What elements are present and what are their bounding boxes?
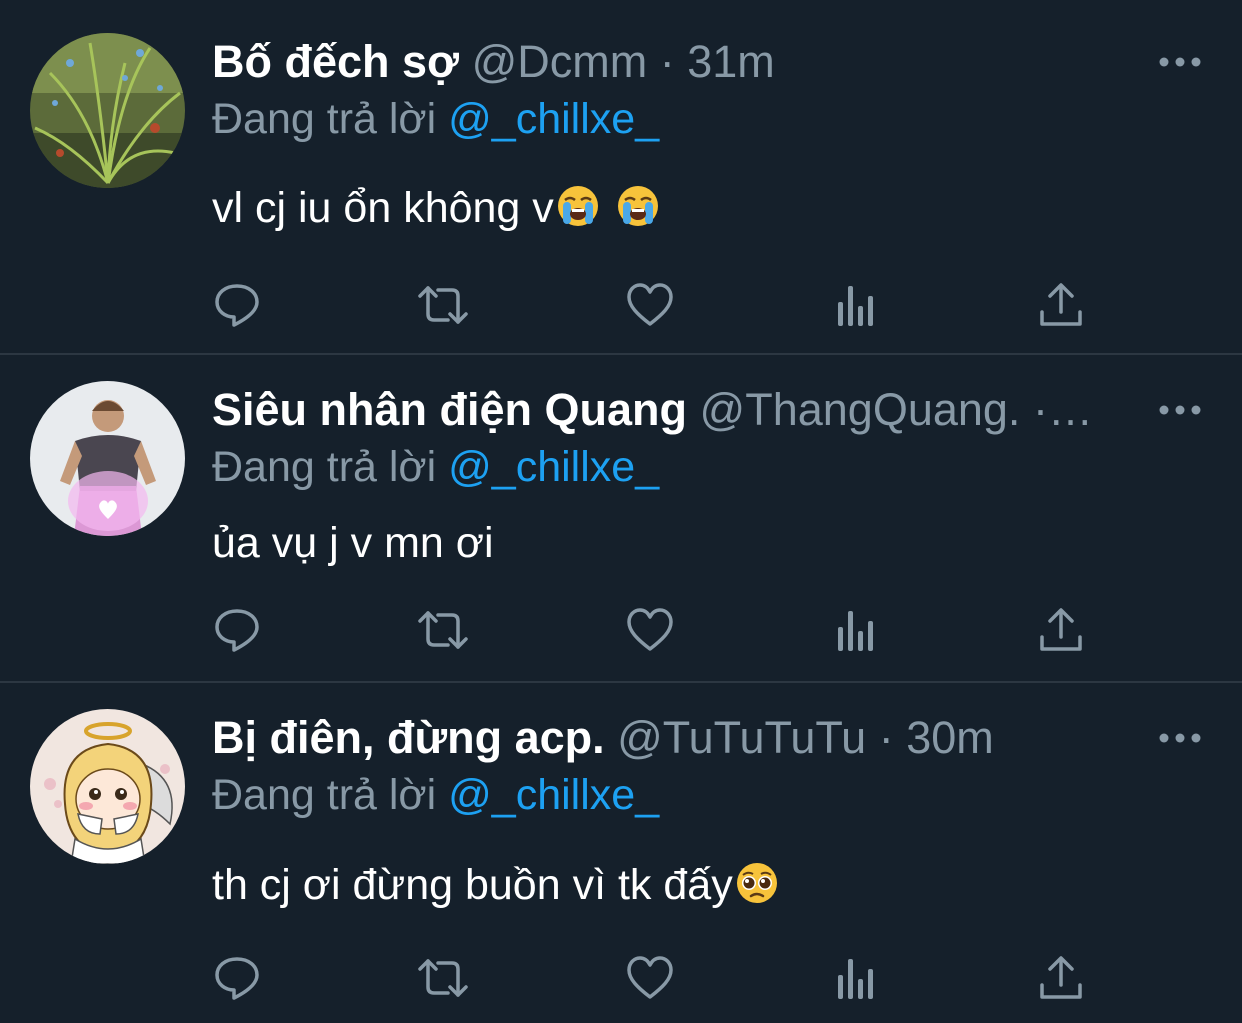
avatar-image: [30, 381, 185, 536]
share-icon: [1040, 608, 1082, 651]
replying-to-user-link[interactable]: @_chillxe_: [448, 443, 659, 491]
tweet-header: Siêu nhân điện Quang @ThangQuang. ·…: [212, 383, 1132, 437]
replying-to-user-link[interactable]: @_chillxe_: [448, 95, 659, 143]
analytics-icon: [838, 286, 873, 326]
like-button[interactable]: [625, 953, 675, 1003]
analytics-button[interactable]: [831, 280, 881, 330]
share-button[interactable]: [1036, 953, 1086, 1003]
reply-icon: [215, 957, 259, 1000]
retweet-icon: [418, 959, 468, 997]
share-icon: [1040, 283, 1082, 326]
avatar[interactable]: [30, 381, 185, 536]
replying-to: Đang trả lời @_chillxe_: [212, 440, 659, 494]
loudly-crying-face-icon: [617, 186, 658, 226]
retweet-button[interactable]: [418, 953, 468, 1003]
tweet-text: ủa vụ j v mn ơi: [212, 515, 494, 571]
display-name[interactable]: Bị điên, đừng acp.: [212, 712, 605, 763]
user-handle[interactable]: @TuTuTuTu: [617, 712, 866, 763]
reply-button[interactable]: [212, 605, 262, 655]
separator-dot: ·…: [1032, 384, 1093, 435]
avatar-image: [30, 33, 185, 188]
share-icon: [1040, 956, 1082, 999]
separator-dot: ·: [659, 36, 675, 87]
replying-to-user-link[interactable]: @_chillxe_: [448, 771, 659, 819]
replying-to-label: Đang trả lời: [212, 443, 437, 491]
user-handle[interactable]: @Dcmm: [472, 36, 648, 87]
retweet-button[interactable]: [418, 605, 468, 655]
analytics-button[interactable]: [831, 605, 881, 655]
avatar[interactable]: [30, 33, 185, 188]
replying-to-label: Đang trả lời: [212, 95, 437, 143]
retweet-button[interactable]: [418, 280, 468, 330]
like-button[interactable]: [625, 280, 675, 330]
separator-dot: ·: [878, 712, 894, 763]
retweet-icon: [418, 286, 468, 324]
display-name[interactable]: Bố đếch sợ: [212, 36, 459, 87]
analytics-button[interactable]: [831, 953, 881, 1003]
tweet-actions: [0, 605, 1242, 661]
like-icon: [627, 608, 673, 651]
tweet-actions: [0, 953, 1242, 1009]
tweet[interactable]: Bị điên, đừng acp. @TuTuTuTu · 30m Đang …: [0, 683, 1242, 1023]
reply-icon: [215, 609, 259, 652]
like-icon: [627, 956, 673, 999]
reply-icon: [215, 284, 259, 327]
reply-button[interactable]: [212, 280, 262, 330]
tweet-text-content: th cj ơi đừng buồn vì tk đấy: [212, 861, 733, 909]
reply-feed: Bố đếch sợ @Dcmm · 31m Đang trả lời @_ch…: [0, 0, 1242, 1023]
display-name[interactable]: Siêu nhân điện Quang: [212, 384, 687, 435]
replying-to: Đang trả lời @_chillxe_: [212, 768, 659, 822]
like-icon: [627, 283, 673, 326]
tweet-text-content: vl cj iu ổn không v: [212, 184, 554, 232]
tweet[interactable]: Bố đếch sợ @Dcmm · 31m Đang trả lời @_ch…: [0, 0, 1242, 354]
replying-to: Đang trả lời @_chillxe_: [212, 92, 659, 146]
share-button[interactable]: [1036, 605, 1086, 655]
tweet[interactable]: Siêu nhân điện Quang @ThangQuang. ·… Đan…: [0, 355, 1242, 681]
tweet-text-content: ủa vụ j v mn ơi: [212, 519, 494, 567]
tweet-text: th cj ơi đừng buồn vì tk đấy: [212, 857, 779, 913]
analytics-icon: [838, 611, 873, 651]
user-handle[interactable]: @ThangQuang.: [700, 384, 1021, 435]
tweet-header: Bị điên, đừng acp. @TuTuTuTu · 30m: [212, 711, 1132, 765]
timestamp[interactable]: 31m: [687, 36, 775, 87]
like-button[interactable]: [625, 605, 675, 655]
more-horizontal-icon[interactable]: [1158, 400, 1202, 420]
pleading-face-icon: [736, 863, 777, 903]
loudly-crying-face-icon: [557, 186, 598, 226]
timestamp[interactable]: 30m: [906, 712, 994, 763]
share-button[interactable]: [1036, 280, 1086, 330]
avatar-image: [30, 709, 185, 864]
analytics-icon: [838, 959, 873, 999]
replying-to-label: Đang trả lời: [212, 771, 437, 819]
more-horizontal-icon[interactable]: [1158, 728, 1202, 748]
avatar[interactable]: [30, 709, 185, 864]
tweet-header: Bố đếch sợ @Dcmm · 31m: [212, 35, 1132, 89]
retweet-icon: [418, 611, 468, 649]
reply-button[interactable]: [212, 953, 262, 1003]
more-horizontal-icon[interactable]: [1158, 52, 1202, 72]
tweet-actions: [0, 280, 1242, 336]
tweet-text: vl cj iu ổn không v: [212, 180, 660, 236]
